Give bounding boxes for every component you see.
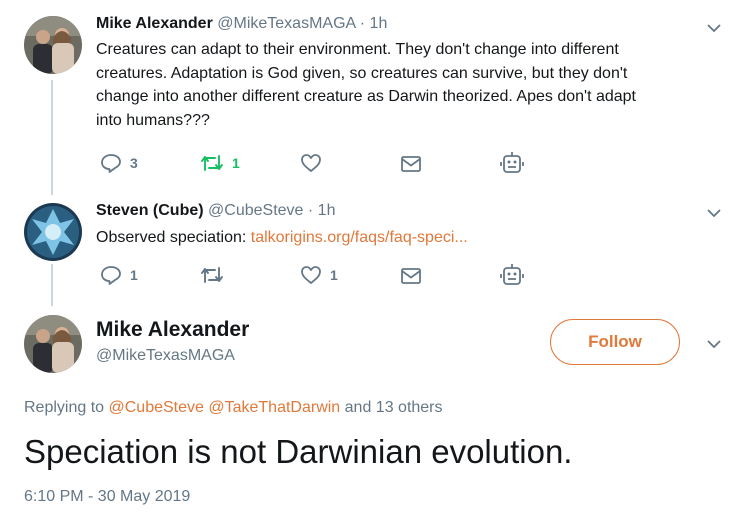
reply-icon	[101, 154, 121, 173]
analytics-button[interactable]	[500, 263, 524, 287]
timestamp[interactable]: 6:10 PM - 30 May 2019	[24, 488, 190, 506]
mention-link[interactable]: @CubeSteve	[109, 399, 204, 416]
tweet-text-line: change into another different creature a…	[96, 88, 636, 105]
retweet-icon	[201, 267, 223, 283]
chevron-down-icon[interactable]	[706, 205, 722, 221]
tweet-text-line: Creatures can adapt to their environment…	[96, 41, 619, 58]
mention-link[interactable]: @TakeThatDarwin	[208, 399, 340, 416]
like-button[interactable]	[300, 153, 330, 173]
tweet-text: Observed speciation: talkorigins.org/faq…	[96, 226, 468, 250]
retweet-icon	[201, 155, 223, 171]
replying-suffix[interactable]: and 13 others	[345, 399, 443, 416]
retweet-button[interactable]	[200, 265, 232, 285]
tweet-text: Speciation is not Darwinian evolution.	[24, 433, 573, 470]
handle[interactable]: @CubeSteve	[208, 202, 303, 219]
separator: ·	[359, 15, 366, 32]
heart-icon	[301, 154, 321, 172]
reply-icon	[101, 266, 121, 285]
chevron-down-icon[interactable]	[706, 20, 722, 36]
like-count: 1	[330, 267, 338, 283]
separator: ·	[307, 202, 314, 219]
reply-button[interactable]: 3	[100, 153, 138, 173]
like-button[interactable]: 1	[300, 265, 338, 285]
dm-button[interactable]	[400, 267, 422, 285]
reply-count: 3	[130, 155, 138, 171]
tweet-text-prefix: Observed speciation:	[96, 229, 251, 246]
handle[interactable]: @MikeTexasMAGA	[217, 15, 355, 32]
chevron-down-icon[interactable]	[706, 336, 722, 352]
envelope-icon	[401, 156, 421, 172]
retweet-button[interactable]: 1	[200, 153, 240, 173]
dm-button[interactable]	[400, 155, 422, 173]
replying-to: Replying to @CubeSteve @TakeThatDarwin a…	[24, 399, 443, 417]
timestamp[interactable]: 1h	[318, 202, 336, 219]
display-name[interactable]: Steven (Cube)	[96, 202, 204, 219]
tweet-header: Steven (Cube) @CubeSteve · 1h	[96, 201, 335, 221]
retweet-count: 1	[232, 155, 240, 171]
handle[interactable]: @MikeTexasMAGA	[96, 347, 235, 365]
avatar[interactable]	[24, 315, 82, 373]
heart-icon	[301, 266, 321, 284]
envelope-icon	[401, 268, 421, 284]
analytics-button[interactable]	[500, 151, 524, 175]
thread-line-2	[51, 264, 53, 306]
robot-icon	[500, 152, 524, 173]
avatar[interactable]	[24, 16, 82, 74]
follow-button[interactable]: Follow	[550, 319, 680, 365]
replying-prefix: Replying to	[24, 399, 105, 416]
tweet-text-line: into humans???	[96, 111, 210, 129]
avatar[interactable]	[24, 203, 82, 261]
timestamp[interactable]: 1h	[370, 15, 388, 32]
tweet-text-line: creatures. Adaptation is God given, so c…	[96, 64, 628, 82]
tweet-link[interactable]: talkorigins.org/faqs/faq-speci...	[251, 229, 468, 246]
display-name[interactable]: Mike Alexander	[96, 15, 213, 32]
reply-count: 1	[130, 267, 138, 283]
reply-button[interactable]: 1	[100, 265, 138, 285]
tweet-header: Mike Alexander @MikeTexasMAGA · 1h	[96, 14, 387, 34]
display-name[interactable]: Mike Alexander	[96, 318, 249, 342]
robot-icon	[500, 264, 524, 285]
thread-line-1	[51, 80, 53, 195]
tweet-text: Creatures can adapt to their environment…	[96, 38, 716, 132]
